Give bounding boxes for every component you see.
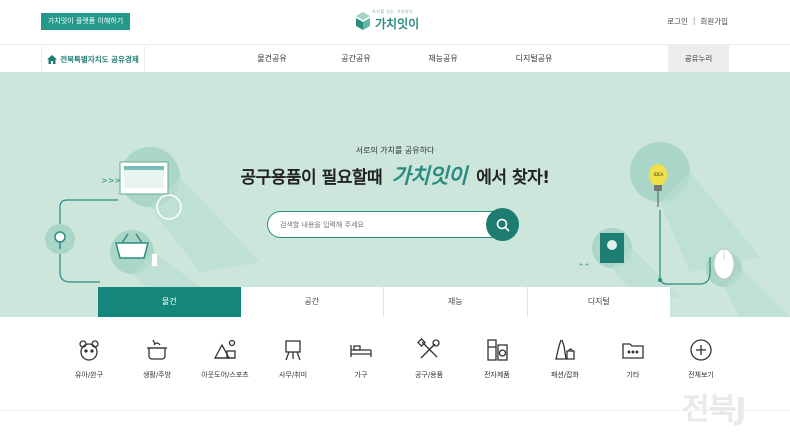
category-label: 아웃도어/스포츠 xyxy=(201,371,249,379)
nav-item-talent[interactable]: 재능공유 xyxy=(398,45,488,73)
tab-goods[interactable]: 물건 xyxy=(98,287,241,317)
site-logo[interactable]: 가치잇이 xyxy=(355,9,419,33)
category-label: 생활/주방 xyxy=(142,371,172,379)
plus-circle-icon xyxy=(690,339,712,361)
category-item-kitchen[interactable]: 생활/주방 xyxy=(123,337,191,387)
nav-item-digital[interactable]: 디지털공유 xyxy=(488,45,580,73)
nav-item-space[interactable]: 공간공유 xyxy=(314,45,398,73)
tab-space[interactable]: 공간 xyxy=(240,287,384,317)
search-input[interactable] xyxy=(280,218,480,231)
category-label: 가구 xyxy=(354,371,368,379)
easel-icon xyxy=(285,340,301,361)
auth-separator: | xyxy=(692,16,696,25)
category-label: 전체보기 xyxy=(688,371,714,379)
tab-talent[interactable]: 재능 xyxy=(384,287,528,317)
category-label: 기타 xyxy=(626,371,640,379)
hero-title-brand: 가치잇이 xyxy=(391,164,468,188)
auth-links: 로그인 | 회원가입 xyxy=(667,16,728,27)
svg-text:^^: ^^ xyxy=(578,263,590,271)
region-label: 전북특별자치도 공유경제 xyxy=(60,54,139,64)
divider xyxy=(0,410,790,411)
search-icon xyxy=(496,218,509,231)
category-label: 사무/취미 xyxy=(278,371,308,379)
signup-link[interactable]: 회원가입 xyxy=(700,16,728,27)
category-label: 유아/완구 xyxy=(74,371,104,379)
hero-banner: >>> IDEA ^^ 서로의 가치를 공유하다 공구용품이 필요할때 가치잇이… xyxy=(0,72,790,317)
category-item-etc[interactable]: 기타 xyxy=(599,337,667,387)
login-link[interactable]: 로그인 xyxy=(667,16,688,27)
category-item-all[interactable]: 전체보기 xyxy=(667,337,735,387)
logo-box-icon xyxy=(356,12,370,30)
category-list: 유아/완구 생활/주방 아웃도어/스포츠 사무/취미 가구 공구/용품 전자제품… xyxy=(55,337,735,387)
hero-title: 공구용품이 필요할때 가치잇이 에서 찾자! xyxy=(0,160,790,190)
appliance-icon xyxy=(487,339,508,361)
top-bar: 가치잇이 플랫폼 이해하기 가치를 잇는 가치잇이 가치잇이 로그인 | 회원가… xyxy=(0,0,790,44)
category-tabs: 물건 공간 재능 디지털 xyxy=(98,287,670,317)
tools-icon xyxy=(417,338,440,359)
category-item-outdoor[interactable]: 아웃도어/스포츠 xyxy=(191,337,259,387)
logo-text: 가치잇이 xyxy=(375,17,420,31)
folder-icon xyxy=(622,343,644,359)
category-item-kids[interactable]: 유아/완구 xyxy=(55,337,123,387)
category-label: 공구/용품 xyxy=(414,371,444,379)
nuri-link[interactable]: 공유누리 xyxy=(668,45,729,73)
category-item-office[interactable]: 사무/취미 xyxy=(259,337,327,387)
page: 가치잇이 플랫폼 이해하기 가치를 잇는 가치잇이 가치잇이 로그인 | 회원가… xyxy=(0,0,790,444)
category-item-furniture[interactable]: 가구 xyxy=(327,337,395,387)
category-item-tools[interactable]: 공구/용품 xyxy=(395,337,463,387)
hero-title-before: 공구용품이 필요할때 xyxy=(240,168,383,188)
search-box xyxy=(267,208,519,241)
pot-icon xyxy=(147,339,167,360)
nav-item-goods[interactable]: 물건공유 xyxy=(230,45,314,73)
platform-intro-button[interactable]: 가치잇이 플랫폼 이해하기 xyxy=(41,13,130,30)
hero-subtitle: 서로의 가치를 공유하다 xyxy=(355,146,435,155)
outdoor-icon xyxy=(213,339,236,359)
bed-icon xyxy=(350,345,372,357)
tab-digital[interactable]: 디지털 xyxy=(527,287,670,317)
home-icon xyxy=(47,54,58,64)
category-label: 패션/잡화 xyxy=(550,371,580,379)
watermark: 전북J xyxy=(682,392,746,427)
hero-illustration: >>> IDEA ^^ xyxy=(45,142,790,317)
fashion-icon xyxy=(555,339,575,360)
main-nav: 전북특별자치도 공유경제 물건공유 공간공유 재능공유 디지털공유 공유누리 xyxy=(0,44,790,73)
category-item-electronics[interactable]: 전자제품 xyxy=(463,337,531,387)
hero-title-after: 에서 찾자! xyxy=(476,168,550,188)
toy-icon xyxy=(79,340,99,361)
nav-menu: 물건공유 공간공유 재능공유 디지털공유 xyxy=(230,45,580,73)
category-label: 전자제품 xyxy=(484,371,510,379)
search-button[interactable] xyxy=(486,208,519,241)
region-link[interactable]: 전북특별자치도 공유경제 xyxy=(41,46,145,72)
category-item-fashion[interactable]: 패션/잡화 xyxy=(531,337,599,387)
